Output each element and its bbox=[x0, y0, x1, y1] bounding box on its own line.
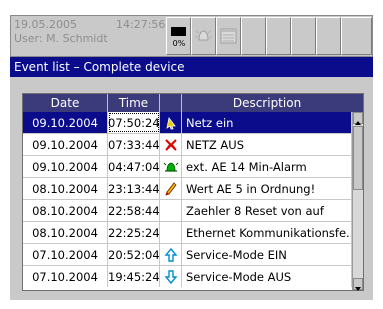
cell-date: 07.10.2004 bbox=[23, 244, 108, 265]
cell-date: 09.10.2004 bbox=[23, 156, 108, 177]
cell-icon bbox=[160, 266, 182, 287]
pencil-icon bbox=[164, 182, 177, 196]
event-list-panel: Date Time Description 09.10.2004 07:50:2… bbox=[10, 77, 373, 300]
calendar-icon bbox=[220, 28, 237, 44]
table-row[interactable]: 09.10.2004 04:47:04 ext. AE 14 Min-Alarm bbox=[23, 156, 363, 178]
status-bar: 19.05.2005 14:27:56 User: M. Schmidt 0% bbox=[10, 15, 373, 57]
cell-description: Zaehler 8 Reset von auf bbox=[182, 200, 352, 221]
table-row[interactable]: 07.10.2004 20:52:04 Service-Mode EIN bbox=[23, 244, 363, 266]
memory-gauge-icon bbox=[171, 27, 186, 36]
vertical-scrollbar[interactable] bbox=[352, 112, 363, 291]
memory-gauge-label: 0% bbox=[172, 39, 186, 48]
cell-description: ext. AE 14 Min-Alarm bbox=[182, 156, 352, 177]
event-table: Date Time Description 09.10.2004 07:50:2… bbox=[22, 93, 364, 291]
toolbar-slot-4[interactable] bbox=[241, 17, 266, 55]
cell-icon bbox=[160, 156, 182, 177]
status-info: 19.05.2005 14:27:56 User: M. Schmidt bbox=[14, 18, 169, 54]
cell-icon bbox=[160, 244, 182, 265]
cell-icon bbox=[160, 222, 182, 243]
cell-date: 09.10.2004 bbox=[23, 112, 108, 133]
table-row[interactable]: 09.10.2004 07:33:44 NETZ AUS bbox=[23, 134, 363, 156]
status-user: User: M. Schmidt bbox=[14, 32, 108, 45]
alarm-button[interactable] bbox=[191, 17, 216, 55]
scroll-thumb[interactable] bbox=[353, 126, 363, 190]
cell-time: 19:45:24 bbox=[108, 266, 160, 287]
device-screen: 19.05.2005 14:27:56 User: M. Schmidt 0% bbox=[0, 0, 383, 309]
scroll-down-button[interactable] bbox=[353, 278, 363, 291]
column-header-time[interactable]: Time bbox=[108, 94, 160, 112]
column-header-description[interactable]: Description bbox=[182, 94, 352, 112]
cell-date: 09.10.2004 bbox=[23, 134, 108, 155]
cell-time: 22:25:24 bbox=[108, 222, 160, 243]
cell-description: Service-Mode EIN bbox=[182, 244, 352, 265]
toolbar-slot-6[interactable] bbox=[291, 17, 316, 55]
table-header: Date Time Description bbox=[23, 94, 363, 112]
cell-description: Wert AE 5 in Ordnung! bbox=[182, 178, 352, 199]
table-row[interactable]: 07.10.2004 19:45:24 Service-Mode AUS bbox=[23, 266, 363, 288]
arrow-up-icon bbox=[164, 247, 177, 262]
status-time: 14:27:56 bbox=[116, 18, 166, 31]
cell-description: Service-Mode AUS bbox=[182, 266, 352, 287]
cell-description: Ethernet Kommunikationsfe... bbox=[182, 222, 352, 243]
cell-time: 07:33:44 bbox=[108, 134, 160, 155]
cell-time: 23:13:44 bbox=[108, 178, 160, 199]
scroll-up-button[interactable] bbox=[353, 112, 363, 125]
table-row[interactable]: 09.10.2004 07:50:24 Netz ein bbox=[23, 112, 363, 134]
cell-icon bbox=[160, 178, 182, 199]
status-date: 19.05.2005 bbox=[14, 18, 77, 31]
power-off-icon bbox=[164, 139, 177, 151]
cell-time: 20:52:04 bbox=[108, 244, 160, 265]
cell-time: 04:47:04 bbox=[108, 156, 160, 177]
cell-time: 22:58:44 bbox=[108, 200, 160, 221]
cell-icon bbox=[160, 200, 182, 221]
cell-description: Netz ein bbox=[182, 112, 352, 133]
table-row[interactable]: 08.10.2004 22:58:44 Zaehler 8 Reset von … bbox=[23, 200, 363, 222]
cell-date: 08.10.2004 bbox=[23, 222, 108, 243]
toolbar-slot-7[interactable] bbox=[316, 17, 341, 55]
cell-icon bbox=[160, 112, 182, 133]
table-row[interactable]: 08.10.2004 22:25:24 Ethernet Kommunikati… bbox=[23, 222, 363, 244]
table-row[interactable]: 08.10.2004 23:13:44 Wert AE 5 in Ordnung… bbox=[23, 178, 363, 200]
column-header-icon[interactable] bbox=[160, 94, 182, 112]
cell-date: 08.10.2004 bbox=[23, 178, 108, 199]
alarm-bell-icon bbox=[163, 162, 178, 172]
cell-date: 07.10.2004 bbox=[23, 266, 108, 287]
column-header-date[interactable]: Date bbox=[23, 94, 108, 112]
memory-gauge-button[interactable]: 0% bbox=[166, 17, 191, 55]
window-title: Event list – Complete device bbox=[10, 57, 373, 77]
alarm-bell-icon bbox=[195, 30, 212, 41]
toolbar-slot-5[interactable] bbox=[266, 17, 291, 55]
cell-time: 07:50:24 bbox=[108, 112, 160, 133]
pointer-icon bbox=[165, 117, 176, 130]
arrow-down-icon bbox=[164, 270, 177, 285]
cell-icon bbox=[160, 134, 182, 155]
toolbar-slot-8[interactable] bbox=[341, 17, 372, 55]
calendar-button[interactable] bbox=[216, 17, 241, 55]
cell-date: 08.10.2004 bbox=[23, 200, 108, 221]
cell-description: NETZ AUS bbox=[182, 134, 352, 155]
scroll-down-icon bbox=[355, 287, 361, 291]
